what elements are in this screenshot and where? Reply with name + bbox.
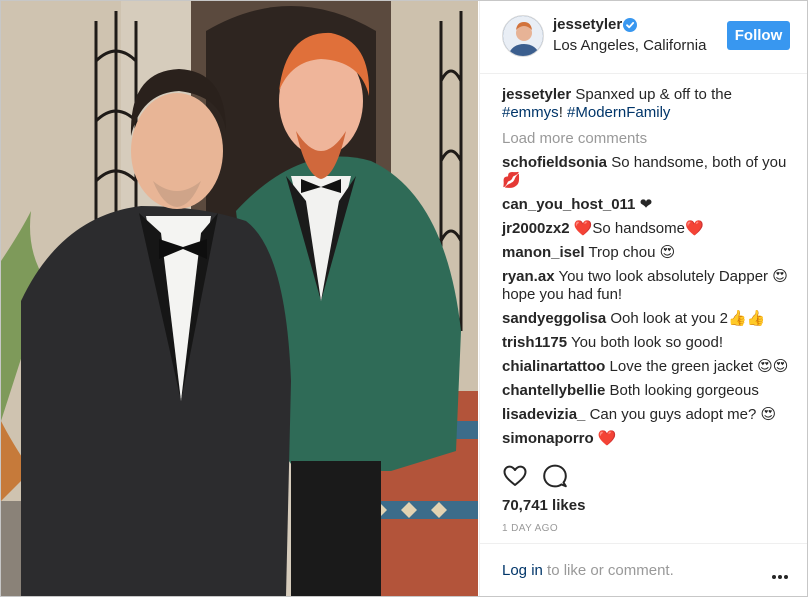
post-location[interactable]: Los Angeles, California <box>553 36 706 56</box>
comment-username[interactable]: simonaporro <box>502 430 594 447</box>
login-link[interactable]: Log in <box>502 562 543 579</box>
comment-item: can_you_host_011 ❤ <box>502 196 798 214</box>
comment-item: trish1175 You both look so good! <box>502 334 798 352</box>
caption-text: Spanxed up & off to the <box>575 86 732 103</box>
comment-username[interactable]: manon_isel <box>502 244 585 261</box>
comment-item: chantellybellie Both looking gorgeous <box>502 382 798 400</box>
post-username[interactable]: jessetyler <box>553 15 622 35</box>
post-header: jessetyler Los Angeles, California Follo… <box>480 1 807 74</box>
comment-username[interactable]: trish1175 <box>502 334 567 351</box>
caption-punctuation: ! <box>558 104 563 121</box>
comment-text: Love the green jacket 😍😍 <box>609 358 789 375</box>
follow-button[interactable]: Follow <box>727 21 790 50</box>
comment-username[interactable]: jr2000zx2 <box>502 220 570 237</box>
comment-text: ❤️So handsome❤️ <box>573 220 704 237</box>
comment-username[interactable]: chialinartattoo <box>502 358 605 375</box>
profile-avatar[interactable] <box>502 15 544 57</box>
comment-text: Can you guys adopt me? 😍 <box>589 406 777 423</box>
load-more-comments-link[interactable]: Load more comments <box>502 130 798 148</box>
post-photo[interactable] <box>1 1 478 596</box>
comment-item: sandyeggolisa Ooh look at you 2👍👍 <box>502 310 798 328</box>
comment-bubble-icon[interactable] <box>542 463 568 489</box>
likes-count[interactable]: 70,741 likes <box>502 496 585 516</box>
post-footer: Log in to like or comment. <box>480 543 807 596</box>
comment-text: Both looking gorgeous <box>609 382 759 399</box>
comment-username[interactable]: schofieldsonia <box>502 154 607 171</box>
comment-username[interactable]: can_you_host_011 <box>502 196 635 213</box>
login-prompt: Log in to like or comment. <box>502 562 674 580</box>
comment-text: ❤ <box>639 196 653 213</box>
comment-username[interactable]: ryan.ax <box>502 268 555 285</box>
post-date: 1 DAY AGO <box>502 523 559 534</box>
photo-illustration <box>1 1 478 596</box>
comment-item: lisadevizia_ Can you guys adopt me? 😍 <box>502 406 798 424</box>
hashtag-emmys[interactable]: #emmys <box>502 104 559 121</box>
comment-text: Ooh look at you 2👍👍 <box>610 310 766 327</box>
comment-text: ❤️ <box>597 430 617 447</box>
comment-item: schofieldsonia So handsome, both of you … <box>502 154 798 190</box>
post-actions <box>502 463 802 491</box>
login-prompt-text: to like or comment. <box>542 562 674 579</box>
comment-item: ryan.ax You two look absolutely Dapper 😍… <box>502 268 798 304</box>
comment-username[interactable]: sandyeggolisa <box>502 310 606 327</box>
comment-item: simonaporro ❤️ <box>502 430 798 448</box>
comments-section: jessetyler Spanxed up & off to the #emmy… <box>502 86 798 454</box>
comment-text: You both look so good! <box>570 334 724 351</box>
comment-item: chialinartattoo Love the green jacket 😍😍 <box>502 358 798 376</box>
heart-icon[interactable] <box>502 463 528 489</box>
avatar-image <box>503 16 543 56</box>
comment-username[interactable]: chantellybellie <box>502 382 605 399</box>
ellipsis-icon[interactable] <box>770 568 790 579</box>
comment-username[interactable]: lisadevizia_ <box>502 406 585 423</box>
comment-text: Trop chou 😍 <box>588 244 676 261</box>
hashtag-modernfamily[interactable]: #ModernFamily <box>567 104 670 121</box>
comment-list: schofieldsonia So handsome, both of you … <box>502 154 798 448</box>
instagram-post-window: jessetyler Los Angeles, California Follo… <box>0 0 808 597</box>
post-caption: jessetyler Spanxed up & off to the #emmy… <box>502 86 798 122</box>
post-sidebar: jessetyler Los Angeles, California Follo… <box>479 1 807 596</box>
comment-item: manon_isel Trop chou 😍 <box>502 244 798 262</box>
comment-item: jr2000zx2 ❤️So handsome❤️ <box>502 220 798 238</box>
caption-username[interactable]: jessetyler <box>502 86 571 103</box>
verified-badge-icon <box>623 18 637 32</box>
